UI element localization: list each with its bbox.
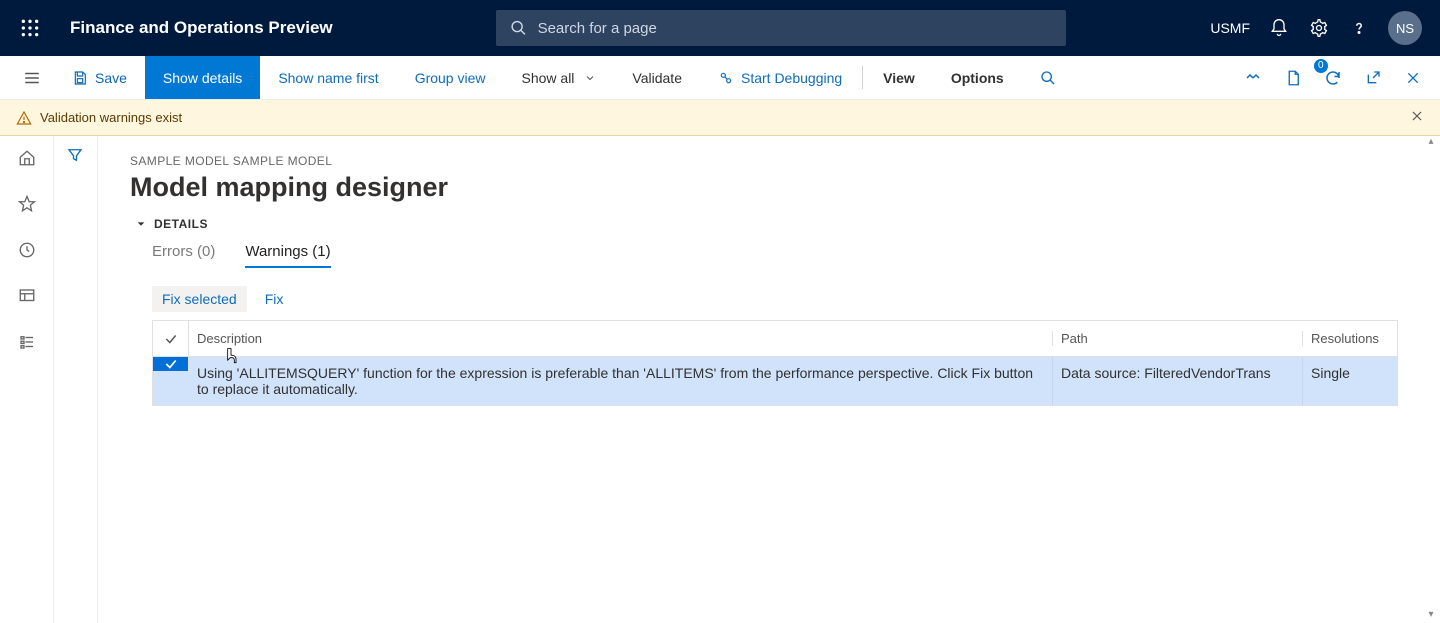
fix-selected-button[interactable]: Fix selected [152, 286, 247, 312]
scrollbar[interactable]: ▴ ▾ [1424, 136, 1438, 623]
col-header-path[interactable]: Path [1053, 331, 1303, 346]
validation-warning-bar: Validation warnings exist [0, 100, 1440, 136]
hamburger-icon [23, 69, 41, 87]
details-label: DETAILS [154, 217, 208, 231]
col-header-resolutions[interactable]: Resolutions [1303, 331, 1397, 346]
clock-icon [18, 241, 36, 259]
popout-button[interactable] [1360, 65, 1386, 91]
show-details-button[interactable]: Show details [145, 56, 260, 99]
close-icon [1405, 70, 1421, 86]
filter-panel-toggle[interactable] [66, 146, 86, 166]
scroll-up-arrow[interactable]: ▴ [1424, 136, 1438, 150]
row-description: Using 'ALLITEMSQUERY' function for the e… [189, 357, 1053, 405]
notifications-button[interactable] [1268, 17, 1290, 39]
group-view-button[interactable]: Group view [397, 56, 504, 99]
avatar[interactable]: NS [1388, 11, 1422, 45]
page-title: Model mapping designer [130, 172, 1408, 203]
tab-warnings[interactable]: Warnings (1) [245, 243, 330, 268]
options-menu[interactable]: Options [933, 56, 1022, 99]
find-button[interactable] [1022, 56, 1074, 99]
home-icon [18, 149, 36, 167]
attachments-button[interactable] [1280, 65, 1306, 91]
show-name-first-button[interactable]: Show name first [260, 56, 396, 99]
search-icon [510, 19, 527, 37]
refresh-badge: 0 [1314, 59, 1328, 73]
star-icon [18, 195, 36, 213]
company-indicator[interactable]: USMF [1210, 20, 1250, 36]
app-title[interactable]: Finance and Operations Preview [50, 18, 353, 38]
warning-close-button[interactable] [1410, 109, 1424, 126]
row-resolutions: Single [1303, 357, 1397, 405]
help-button[interactable] [1348, 17, 1370, 39]
nav-workspaces[interactable] [17, 286, 37, 306]
link-icon [1244, 69, 1262, 87]
save-icon [72, 70, 88, 86]
save-label: Save [95, 70, 127, 86]
scroll-down-arrow[interactable]: ▾ [1424, 609, 1438, 623]
waffle-button[interactable] [10, 18, 50, 38]
attachment-icon [1284, 69, 1302, 87]
hamburger-button[interactable] [10, 56, 54, 99]
filter-icon [66, 146, 84, 164]
start-debugging-label: Start Debugging [741, 70, 842, 86]
nav-recent[interactable] [17, 240, 37, 260]
page-side-rail [54, 136, 98, 623]
view-menu[interactable]: View [865, 56, 933, 99]
search-icon [1040, 70, 1056, 86]
table-row[interactable]: Using 'ALLITEMSQUERY' function for the e… [153, 357, 1397, 405]
waffle-icon [20, 18, 40, 38]
breadcrumb: SAMPLE MODEL SAMPLE MODEL [130, 154, 1408, 168]
check-icon [164, 357, 178, 371]
settings-button[interactable] [1308, 17, 1330, 39]
bell-icon [1269, 18, 1289, 38]
refresh-button[interactable]: 0 [1320, 65, 1346, 91]
check-icon [164, 332, 178, 346]
command-divider [862, 66, 863, 89]
fix-button[interactable]: Fix [255, 286, 294, 312]
search-input[interactable] [538, 20, 1053, 37]
warning-triangle-icon [16, 110, 32, 126]
left-nav-rail [0, 136, 54, 623]
show-all-dropdown[interactable]: Show all [504, 56, 615, 99]
refresh-icon [1324, 69, 1342, 87]
modules-icon [18, 333, 36, 351]
chevron-down-icon [584, 72, 596, 84]
popout-icon [1365, 70, 1381, 86]
start-debugging-button[interactable]: Start Debugging [700, 56, 860, 99]
nav-modules[interactable] [17, 332, 37, 352]
nav-favorites[interactable] [17, 194, 37, 214]
save-button[interactable]: Save [54, 56, 145, 99]
search-box[interactable] [496, 10, 1066, 46]
row-checkbox[interactable] [153, 357, 189, 371]
workspace-icon [18, 287, 36, 305]
close-page-button[interactable] [1400, 65, 1426, 91]
help-icon [1350, 19, 1368, 37]
validate-button[interactable]: Validate [614, 56, 700, 99]
warnings-table: Description Path Resolutions Using 'ALLI… [152, 320, 1398, 406]
gear-icon [1309, 18, 1329, 38]
debug-icon [718, 70, 734, 86]
table-header: Description Path Resolutions [153, 321, 1397, 357]
select-all-checkbox[interactable] [153, 321, 189, 356]
related-links-button[interactable] [1240, 65, 1266, 91]
show-all-label: Show all [522, 70, 575, 86]
details-section-toggle[interactable]: DETAILS [136, 217, 1408, 231]
row-path: Data source: FilteredVendorTrans [1053, 357, 1303, 405]
tab-errors[interactable]: Errors (0) [152, 243, 215, 268]
details-tabs: Errors (0) Warnings (1) [130, 243, 1408, 268]
nav-home[interactable] [17, 148, 37, 168]
close-icon [1410, 109, 1424, 123]
col-header-description[interactable]: Description [189, 331, 1053, 346]
caret-down-icon [136, 219, 146, 229]
warning-text: Validation warnings exist [40, 110, 182, 125]
